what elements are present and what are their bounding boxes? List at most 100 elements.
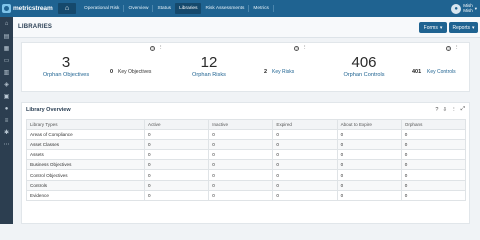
column-header[interactable]: About to Expire — [336, 118, 402, 131]
help-icon[interactable]: ? — [435, 107, 438, 113]
brand-logo[interactable]: metricstream — [2, 2, 53, 15]
count-cell[interactable]: 0 — [336, 139, 402, 151]
count-cell[interactable]: 0 — [336, 189, 402, 201]
count-cell[interactable]: 0 — [208, 139, 274, 151]
orphan-controls-count: 406 — [351, 54, 377, 71]
nav-metrics[interactable]: Metrics — [249, 3, 272, 14]
count-cell[interactable]: 0 — [208, 179, 274, 191]
document-icon[interactable]: ▭ — [3, 58, 10, 65]
orphan-controls-label: Orphan Controls — [343, 72, 385, 78]
table-row[interactable]: Controls 0 0 0 0 0 — [26, 179, 467, 191]
nav-operational-risk[interactable]: Operational Risk — [80, 3, 123, 14]
more-vertical-icon[interactable]: ⋮ — [302, 45, 308, 51]
more-vertical-icon[interactable]: ⋮ — [158, 45, 164, 51]
count-cell[interactable]: 0 — [143, 159, 210, 171]
count-cell[interactable]: 0 — [272, 149, 338, 161]
count-cell[interactable]: 0 — [400, 179, 467, 191]
settings-icon[interactable]: ✱ — [3, 130, 10, 137]
column-header[interactable]: Library Types — [26, 118, 145, 131]
reports-button[interactable]: Reports ▾ — [449, 22, 478, 33]
reports-button-label: Reports — [452, 24, 470, 31]
column-header[interactable]: Orphans — [400, 118, 467, 131]
orphan-risks-count: 12 — [200, 54, 218, 71]
orphan-controls-metric[interactable]: 406 Orphan Controls — [332, 55, 396, 78]
count-cell[interactable]: 0 — [143, 149, 210, 161]
table-row[interactable]: Asset Classes 0 0 0 0 0 — [26, 139, 467, 151]
count-cell[interactable]: 0 — [336, 179, 402, 191]
table-row[interactable]: Business Objectives 0 0 0 0 0 — [26, 159, 467, 171]
help-icon[interactable]: ? — [150, 46, 155, 51]
count-cell[interactable]: 0 — [400, 139, 467, 151]
column-header[interactable]: Active — [143, 118, 210, 131]
user-avatar-icon: ● — [451, 3, 462, 14]
home-icon[interactable]: ⌂ — [58, 3, 76, 14]
count-cell[interactable]: 0 — [272, 189, 338, 201]
count-cell[interactable]: 0 — [208, 189, 274, 201]
count-cell[interactable]: 0 — [400, 169, 467, 181]
nav-risk-assessments[interactable]: Risk Assessments — [201, 3, 248, 14]
count-cell[interactable]: 0 — [336, 149, 402, 161]
count-cell[interactable]: 0 — [272, 159, 338, 171]
table-row[interactable]: Assets 0 0 0 0 0 — [26, 149, 467, 161]
count-cell[interactable]: 0 — [208, 149, 274, 161]
library-type-cell: Assets — [26, 149, 145, 161]
count-cell[interactable]: 0 — [400, 159, 467, 171]
orphan-objectives-metric[interactable]: 3 Orphan Objectives — [34, 55, 98, 78]
key-controls-link[interactable]: Key Controls — [427, 69, 456, 75]
user-menu[interactable]: ● Mish Mish ▾ — [451, 3, 477, 14]
count-cell[interactable]: 0 — [272, 139, 338, 151]
table-row[interactable]: Control Objectives 0 0 0 0 0 — [26, 169, 467, 181]
dashboard-icon[interactable]: ▤ — [3, 34, 10, 41]
export-icon[interactable]: ⇩ — [442, 107, 447, 113]
forms-button[interactable]: Forms ▾ — [419, 22, 447, 33]
orphan-risks-metric[interactable]: 12 Orphan Risks — [177, 55, 241, 78]
chevron-down-icon: ▾ — [472, 24, 475, 31]
count-cell[interactable]: 0 — [143, 169, 210, 181]
expand-icon[interactable]: ⤢ — [461, 106, 465, 113]
brand-name: metricstream — [13, 5, 53, 12]
list-icon[interactable]: ≡ — [3, 118, 10, 125]
page-title: LIBRARIES — [18, 24, 53, 30]
count-cell[interactable]: 0 — [336, 129, 402, 141]
count-cell[interactable]: 0 — [143, 189, 210, 201]
count-cell[interactable]: 0 — [143, 179, 210, 191]
library-type-cell: Controls — [26, 179, 145, 191]
count-cell[interactable]: 0 — [336, 159, 402, 171]
nav-overview[interactable]: Overview — [124, 3, 152, 14]
count-cell[interactable]: 0 — [400, 189, 467, 201]
home-icon[interactable]: ⌂ — [3, 21, 10, 28]
key-risks-link[interactable]: Key Risks — [272, 69, 294, 75]
count-cell[interactable]: 0 — [272, 179, 338, 191]
column-header[interactable]: Inactive — [208, 118, 274, 131]
help-icon[interactable]: ? — [446, 46, 451, 51]
count-cell[interactable]: 0 — [336, 169, 402, 181]
calendar-icon[interactable]: ▣ — [3, 94, 10, 101]
count-cell[interactable]: 0 — [400, 129, 467, 141]
overview-toolbar: ? ⇩ ⋮ ⤢ — [435, 106, 465, 113]
table-row[interactable]: Areas of Compliance 0 0 0 0 0 — [26, 129, 467, 141]
user-icon[interactable]: ● — [3, 106, 10, 113]
grid-icon[interactable]: ▦ — [3, 46, 10, 53]
count-cell[interactable]: 0 — [208, 169, 274, 181]
logo-icon — [2, 4, 11, 13]
count-cell[interactable]: 0 — [400, 149, 467, 161]
chart-icon[interactable]: ▥ — [3, 70, 10, 77]
nav-status[interactable]: Status — [153, 3, 175, 14]
count-cell[interactable]: 0 — [272, 169, 338, 181]
count-cell[interactable]: 0 — [208, 129, 274, 141]
more-icon[interactable]: ⋯ — [3, 142, 10, 149]
help-icon[interactable]: ? — [294, 46, 299, 51]
count-cell[interactable]: 0 — [272, 129, 338, 141]
nav-libraries[interactable]: Libraries — [175, 3, 202, 14]
column-header[interactable]: Expired — [272, 118, 338, 131]
count-cell[interactable]: 0 — [208, 159, 274, 171]
more-vertical-icon[interactable]: ⋮ — [454, 45, 460, 51]
key-objectives-count: 0 — [110, 69, 114, 75]
table-row[interactable]: Evidence 0 0 0 0 0 — [26, 189, 467, 201]
nav-divider — [272, 5, 274, 12]
shield-icon[interactable]: ◈ — [3, 82, 10, 89]
count-cell[interactable]: 0 — [143, 129, 210, 141]
forms-button-label: Forms — [423, 24, 438, 31]
count-cell[interactable]: 0 — [143, 139, 210, 151]
more-vertical-icon[interactable]: ⋮ — [451, 107, 457, 113]
